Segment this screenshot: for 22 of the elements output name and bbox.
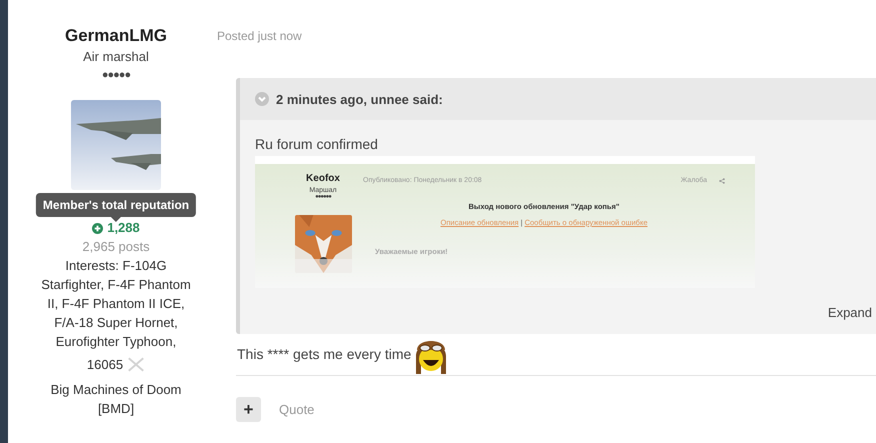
quote-text: Ru forum confirmed	[255, 136, 379, 152]
quote-header: 2 minutes ago, unnee said:	[276, 92, 443, 106]
rank-pips: ●●●●●	[102, 68, 130, 82]
chevron-down-icon[interactable]	[255, 92, 269, 106]
post-text: This **** gets me every time	[237, 346, 412, 364]
add-button[interactable]: +	[236, 397, 261, 422]
crossed-swords-icon	[127, 357, 146, 372]
author-name[interactable]: GermanLMG	[64, 26, 168, 46]
tooltip-pointer	[111, 217, 121, 222]
squadron-name: Big Machines of Doom [BMD]	[50, 381, 182, 418]
embedded-author: Keofox	[306, 173, 340, 184]
author-rank: Air marshal	[83, 49, 149, 65]
post-count: 2,965 posts	[82, 238, 150, 256]
expand-link[interactable]: Expand	[255, 305, 876, 320]
member-number: 16065	[86, 357, 124, 372]
plus-icon	[92, 222, 104, 234]
interests-text: Interests: F-104G Starfighter, F-4F Phantom II, F-4F Phantom II ICE, F/A-18 Super Hornet, Eurofighter Typhoon,	[40, 257, 192, 351]
reputation-count: 1,288	[107, 220, 140, 236]
post-date: Posted just now	[217, 28, 303, 44]
quote-link[interactable]: Quote	[279, 402, 314, 417]
share-icon[interactable]	[719, 178, 725, 184]
tooltip: Member's total reputation	[36, 193, 196, 217]
